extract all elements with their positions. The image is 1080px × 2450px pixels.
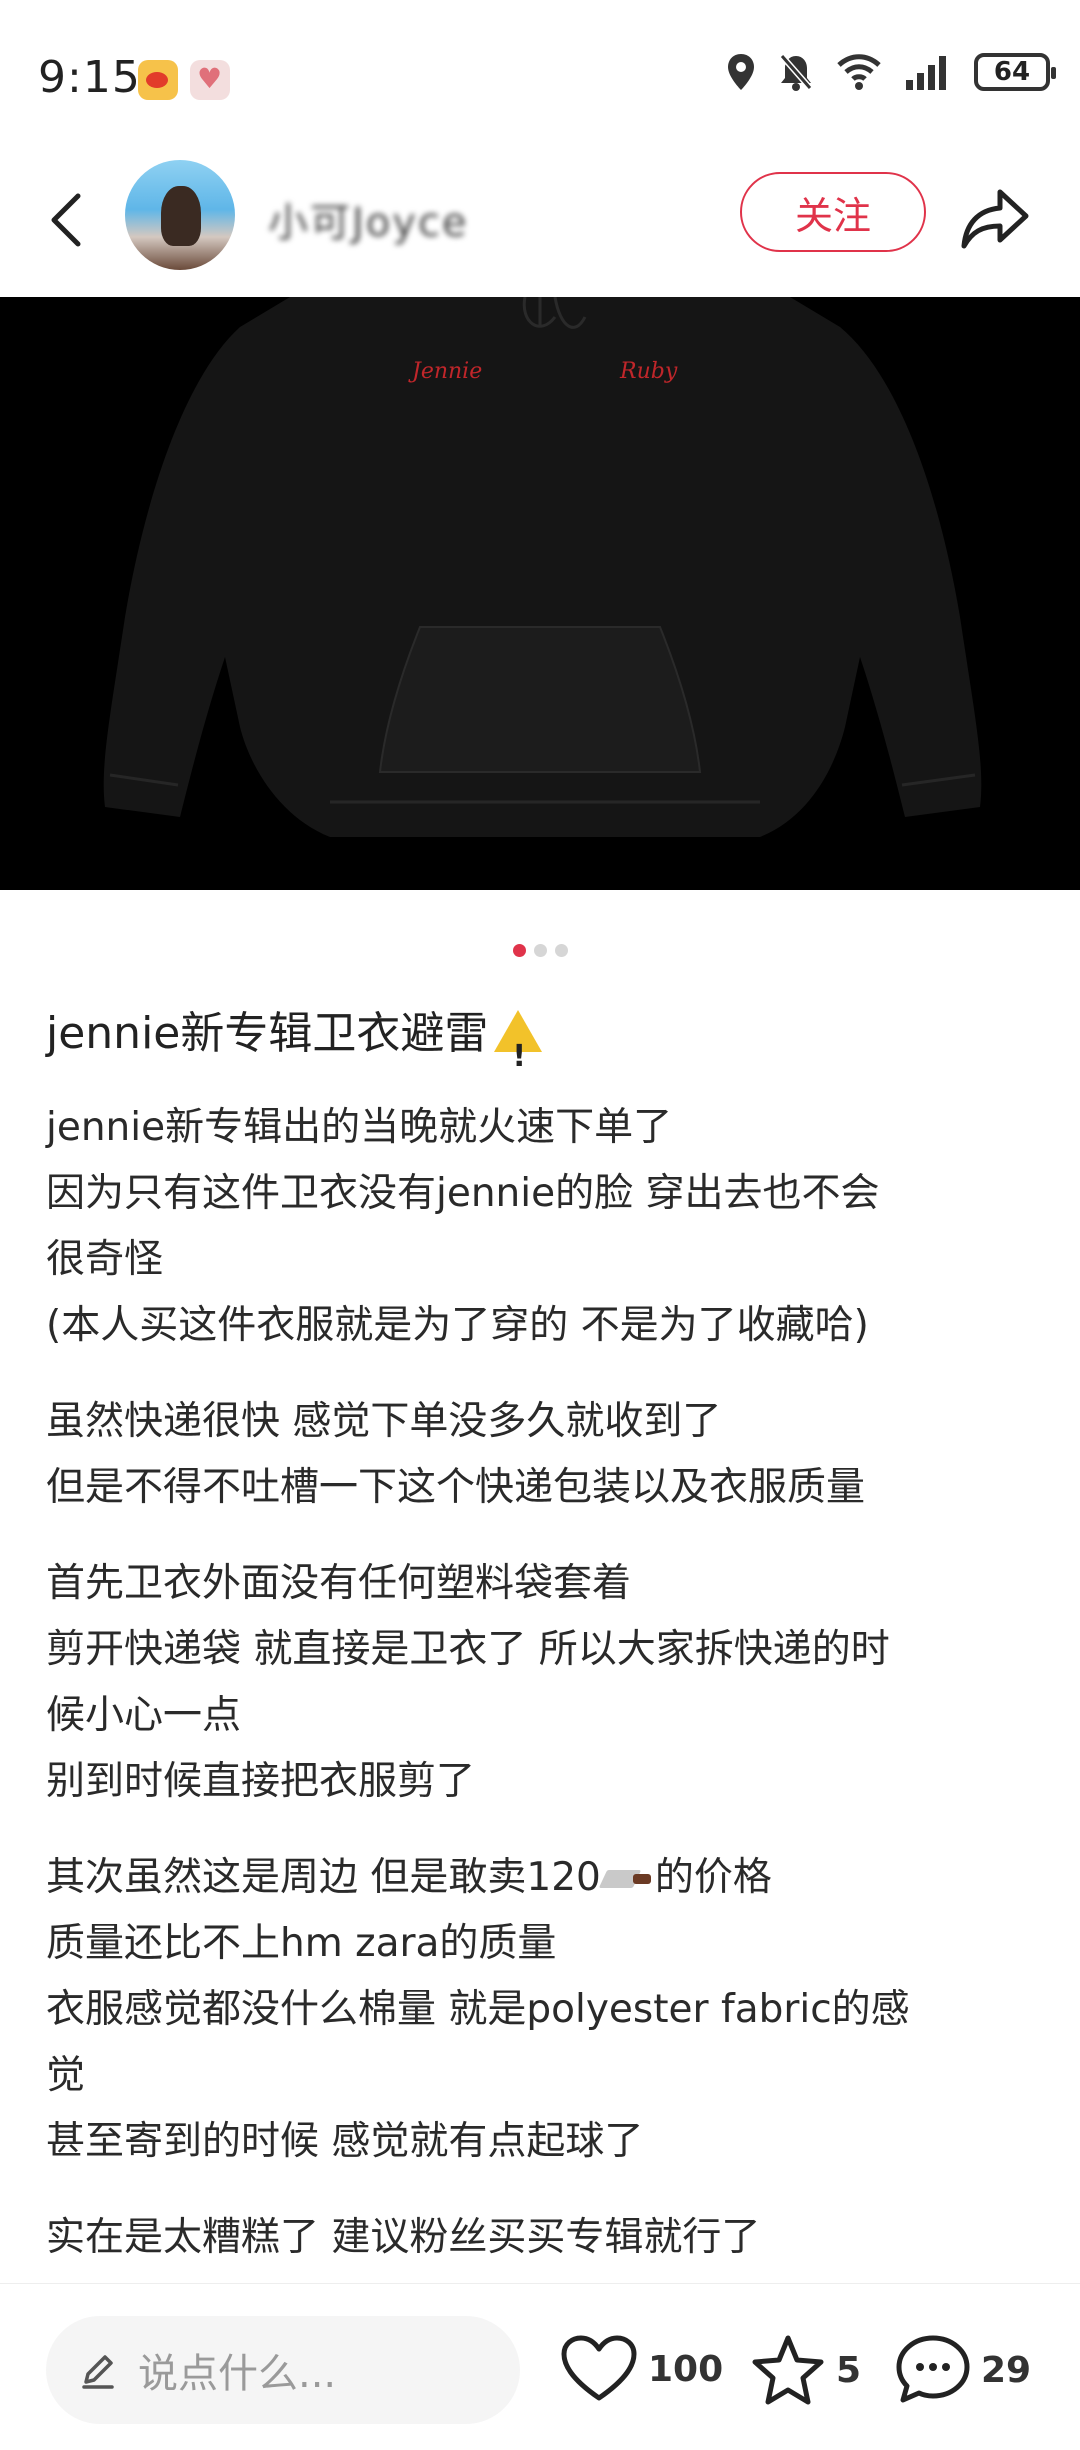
comment-button[interactable]: 29 (895, 2334, 1031, 2406)
comment-placeholder: 说点什么... (138, 2351, 337, 2397)
carousel-dot-active (512, 944, 526, 957)
status-bar: 9:15 64 (0, 0, 1080, 150)
heart-app-icon (190, 60, 230, 100)
embroidery-right: Ruby (620, 359, 678, 384)
text-line: 首先卫衣外面没有任何塑料袋套着 (46, 1561, 632, 1606)
bottom-action-bar: 说点什么... 100 5 29 (0, 2283, 1080, 2450)
hoodie-illustration (103, 297, 982, 837)
post-image[interactable]: Jennie Ruby (0, 297, 1080, 890)
comment-bubble-icon (896, 2335, 970, 2403)
like-count: 100 (648, 2348, 724, 2390)
post-title: jennie新专辑卫衣避雷 (46, 995, 1046, 1096)
paragraph: 首先卫衣外面没有任何塑料袋套着 剪开快递袋 就直接是卫衣了 所以大家拆快递的时 … (46, 1551, 1046, 1815)
paragraph: 虽然快递很快 感觉下单没多久就收到了 但是不得不吐槽一下这个快递包装以及衣服质量 (46, 1389, 1046, 1521)
text-line: 甚至寄到的时候 感觉就有点起球了 (46, 2119, 644, 2164)
carousel-dot (554, 944, 568, 957)
pencil-icon (82, 2355, 114, 2389)
price-text: 其次虽然这是周边 但是敢卖120 (46, 1855, 601, 1900)
avatar[interactable] (125, 160, 235, 270)
status-time: 9:15 (38, 52, 141, 103)
text-line: 虽然快递很快 感觉下单没多久就收到了 (46, 1399, 722, 1444)
collect-count: 5 (836, 2349, 862, 2391)
text-line: 别到时候直接把衣服剪了 (46, 1759, 476, 1804)
embroidery-left: Jennie (412, 359, 483, 384)
text-line: 衣服感觉都没什么棉量 就是polyester fabric的感 (46, 1987, 910, 2032)
mute-bell-icon (779, 54, 813, 91)
comment-input[interactable]: 说点什么... (46, 2316, 520, 2424)
follow-button[interactable]: 关注 (740, 172, 926, 252)
collect-button[interactable]: 5 (750, 2334, 861, 2406)
text-line: 候小心一点 (46, 1693, 242, 1738)
star-icon (752, 2335, 824, 2405)
post-header: 小可Joyce 关注 (0, 150, 1080, 295)
battery-level: 64 (993, 57, 1031, 87)
username[interactable]: 小可Joyce (268, 190, 469, 248)
weibo-app-icon (138, 60, 178, 100)
paragraph: 实在是太糟糕了 建议粉丝买买专辑就行了 (46, 2205, 1046, 2271)
carousel-dot (533, 944, 547, 957)
paragraph: jennie新专辑出的当晚就火速下单了 因为只有这件卫衣没有jennie的脸 穿… (46, 1095, 1046, 1359)
text-line: 但是不得不吐槽一下这个快递包装以及衣服质量 (46, 1465, 866, 1510)
location-icon (728, 54, 754, 90)
text-line: (本人买这件衣服就是为了穿的 不是为了收藏哈) (46, 1303, 869, 1348)
warning-icon (494, 1010, 543, 1096)
text-line: 很奇怪 (46, 1237, 164, 1282)
text-line: 觉 (46, 2053, 86, 2098)
knife-icon (603, 1866, 653, 1892)
heart-icon (561, 2335, 637, 2401)
price-suffix: 的价格 (654, 1855, 772, 1900)
share-button[interactable] (955, 178, 1035, 258)
like-button[interactable]: 100 (560, 2334, 723, 2404)
paragraph: 其次虽然这是周边 但是敢卖120 的价格 质量还比不上hm zara的质量 衣服感… (46, 1845, 1046, 2175)
back-arrow-icon (51, 193, 81, 247)
carousel-indicator (0, 944, 1080, 957)
comment-count: 29 (981, 2349, 1032, 2391)
text-line: jennie新专辑出的当晚就火速下单了 (46, 1105, 673, 1150)
text-line: 剪开快递袋 就直接是卫衣了 所以大家拆快递的时 (46, 1627, 890, 1672)
share-icon (961, 189, 1029, 249)
post-title-text: jennie新专辑卫衣避雷 (46, 1008, 489, 1059)
back-button[interactable] (36, 180, 96, 260)
text-line: 实在是太糟糕了 建议粉丝买买专辑就行了 (46, 2215, 761, 2260)
wifi-icon (837, 54, 881, 90)
battery-icon: 64 (974, 53, 1056, 91)
text-line: 质量还比不上hm zara的质量 (46, 1921, 557, 1966)
text-line: 因为只有这件卫衣没有jennie的脸 穿出去也不会 (46, 1171, 880, 1216)
text-line: 其次虽然这是周边 但是敢卖120 的价格 (46, 1845, 1046, 1911)
post-content: jennie新专辑卫衣避雷 jennie新专辑出的当晚就火速下单了 因为只有这件… (46, 995, 1046, 2301)
signal-icon (906, 56, 946, 90)
